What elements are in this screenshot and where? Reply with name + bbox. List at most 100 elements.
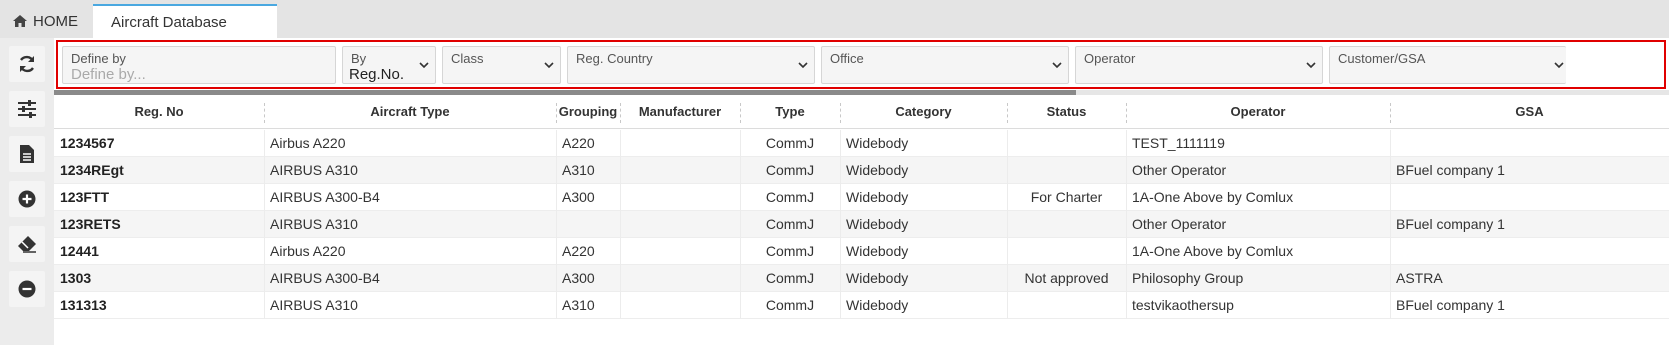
- column-separator[interactable]: [1126, 103, 1127, 123]
- cell-reg-no: 1234567: [60, 135, 115, 151]
- cell-status: [1007, 238, 1126, 265]
- cell-operator: Other Operator: [1132, 216, 1227, 232]
- tab-bar: HOME Aircraft Database: [0, 0, 1669, 38]
- cell-divider: [556, 130, 557, 157]
- column-header-manufacturer[interactable]: Manufacturer: [620, 95, 740, 129]
- column-separator[interactable]: [556, 103, 557, 123]
- define-by-field[interactable]: Define by Define by...: [62, 46, 336, 84]
- clear-button[interactable]: [9, 226, 45, 262]
- cell-divider: [1007, 211, 1008, 238]
- column-separator[interactable]: [740, 103, 741, 123]
- column-separator[interactable]: [840, 103, 841, 123]
- refresh-button[interactable]: [9, 46, 45, 82]
- cell-divider: [1390, 238, 1391, 265]
- cell-type: CommJ: [765, 135, 815, 151]
- operator-select[interactable]: Operator: [1075, 46, 1323, 84]
- filter-bar: Define by Define by... By Reg.No. Class …: [56, 40, 1666, 89]
- cell-aircraft-type: AIRBUS A310: [270, 162, 358, 178]
- cell-aircraft-type: Airbus A220: [270, 135, 346, 151]
- cell-reg-no: 131313: [60, 297, 107, 313]
- cell-divider: [1126, 157, 1127, 184]
- column-header-aircraft-type[interactable]: Aircraft Type: [264, 95, 556, 129]
- column-separator[interactable]: [1007, 103, 1008, 123]
- cell-divider: [840, 157, 841, 184]
- class-select[interactable]: Class: [442, 46, 561, 84]
- cell-manufacturer: [620, 130, 740, 157]
- cell-category: Widebody: [846, 135, 909, 151]
- cell-gsa: [1396, 130, 1669, 157]
- cell-aircraft-type: AIRBUS A300-B4: [270, 189, 380, 205]
- cell-type: CommJ: [765, 162, 815, 178]
- cell-manufacturer: [620, 184, 740, 211]
- chevron-down-icon: [798, 62, 808, 69]
- table-row[interactable]: 1234REgt AIRBUS A310 A310 CommJ Widebody Othe…: [54, 157, 1669, 184]
- table-row[interactable]: 131313 AIRBUS A310 A310 CommJ Widebody testvi…: [54, 292, 1669, 319]
- cell-divider: [740, 265, 741, 292]
- cell-gsa: [1396, 238, 1669, 265]
- cell-gsa: BFuel company 1: [1396, 297, 1505, 313]
- column-separator[interactable]: [264, 103, 265, 123]
- refresh-icon: [19, 55, 35, 73]
- cell-aircraft-type: AIRBUS A300-B4: [270, 270, 380, 286]
- column-header-status[interactable]: Status: [1007, 95, 1126, 129]
- remove-circle-icon: [18, 280, 36, 298]
- settings-sliders-button[interactable]: [9, 91, 45, 127]
- column-header-grouping[interactable]: Grouping: [556, 95, 620, 129]
- cell-divider: [556, 184, 557, 211]
- cell-divider: [264, 292, 265, 319]
- cell-divider: [1390, 265, 1391, 292]
- operator-label: Operator: [1084, 51, 1136, 66]
- cell-type: CommJ: [765, 270, 815, 286]
- cell-grouping: A220: [562, 243, 595, 259]
- cell-gsa: [1396, 184, 1669, 211]
- column-header-operator[interactable]: Operator: [1126, 95, 1390, 129]
- remove-button[interactable]: [9, 271, 45, 307]
- column-separator[interactable]: [1390, 103, 1391, 123]
- cell-divider: [740, 157, 741, 184]
- cell-divider: [840, 211, 841, 238]
- cell-reg-no: 123FTT: [60, 189, 110, 205]
- cell-divider: [264, 238, 265, 265]
- cell-divider: [740, 211, 741, 238]
- cell-divider: [1007, 157, 1008, 184]
- cell-reg-no: 1303: [60, 270, 92, 286]
- cell-grouping: A310: [562, 297, 595, 313]
- office-select[interactable]: Office: [821, 46, 1069, 84]
- cell-operator: Philosophy Group: [1132, 270, 1244, 286]
- cell-aircraft-type: AIRBUS A310: [270, 216, 358, 232]
- home-icon: [13, 15, 27, 27]
- column-header-type[interactable]: Type: [740, 95, 840, 129]
- column-separator[interactable]: [620, 103, 621, 123]
- cell-divider: [1007, 184, 1008, 211]
- by-select[interactable]: By Reg.No.: [342, 46, 436, 84]
- customer-gsa-select[interactable]: Customer/GSA: [1329, 46, 1566, 84]
- cell-divider: [840, 265, 841, 292]
- cell-operator: TEST_1111119: [1132, 135, 1225, 151]
- cell-category: Widebody: [846, 297, 909, 313]
- cell-divider: [556, 157, 557, 184]
- by-value: Reg.No.: [349, 66, 405, 83]
- reg-country-select[interactable]: Reg. Country: [567, 46, 815, 84]
- cell-divider: [264, 157, 265, 184]
- cell-divider: [264, 184, 265, 211]
- table-row[interactable]: 12441 Airbus A220 A220 CommJ Widebody 1A-One …: [54, 238, 1669, 265]
- column-header-gsa[interactable]: GSA: [1390, 95, 1669, 129]
- cell-category: Widebody: [846, 189, 909, 205]
- table-row[interactable]: 123FTT AIRBUS A300-B4 A300 CommJ Widebody For…: [54, 184, 1669, 211]
- column-header-reg-no[interactable]: Reg. No: [54, 95, 264, 129]
- cell-divider: [556, 265, 557, 292]
- cell-operator: 1A-One Above by Comlux: [1132, 189, 1294, 205]
- tab-home[interactable]: HOME: [0, 4, 90, 38]
- add-button[interactable]: [9, 181, 45, 217]
- cell-divider: [620, 211, 621, 238]
- table-row[interactable]: 1234567 Airbus A220 A220 CommJ Widebody TEST_…: [54, 130, 1669, 157]
- table-row[interactable]: 1303 AIRBUS A300-B4 A300 CommJ Widebody Not a…: [54, 265, 1669, 292]
- cell-manufacturer: [620, 238, 740, 265]
- cell-divider: [1007, 292, 1008, 319]
- cell-divider: [620, 265, 621, 292]
- report-button[interactable]: [9, 136, 45, 172]
- table-row[interactable]: 123RETS AIRBUS A310 CommJ Widebody Other Ope…: [54, 211, 1669, 238]
- cell-divider: [840, 238, 841, 265]
- column-header-category[interactable]: Category: [840, 95, 1007, 129]
- tab-aircraft-database[interactable]: Aircraft Database: [93, 4, 277, 38]
